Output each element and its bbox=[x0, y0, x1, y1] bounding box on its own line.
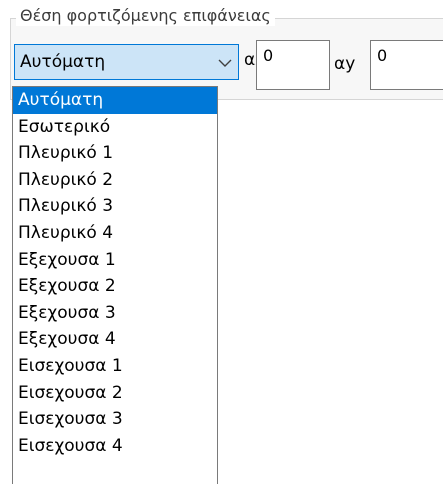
option-protruding-3[interactable]: Εξεχουσα 3 bbox=[13, 300, 217, 327]
option-protruding-2[interactable]: Εξεχουσα 2 bbox=[13, 273, 217, 300]
option-lateral-2[interactable]: Πλευρικό 2 bbox=[13, 167, 217, 194]
group-title: Θέση φορτιζόμενης επιφάνειας bbox=[16, 6, 275, 26]
ay-input[interactable]: 0 bbox=[370, 40, 443, 90]
position-combobox[interactable]: Αυτόματη bbox=[14, 44, 239, 80]
option-recessed-3[interactable]: Εισεχουσα 3 bbox=[13, 406, 217, 433]
option-protruding-1[interactable]: Εξεχουσα 1 bbox=[13, 247, 217, 274]
option-automatic[interactable]: Αυτόματη bbox=[13, 87, 217, 114]
ay-label: αy bbox=[334, 54, 356, 74]
combobox-value: Αυτόματη bbox=[20, 52, 106, 72]
chevron-down-icon[interactable] bbox=[216, 54, 234, 72]
window: Θέση φορτιζόμενης επιφάνειας Αυτόματη αx… bbox=[0, 0, 443, 484]
option-interior[interactable]: Εσωτερικό bbox=[13, 114, 217, 141]
option-lateral-3[interactable]: Πλευρικό 3 bbox=[13, 193, 217, 220]
option-recessed-1[interactable]: Εισεχουσα 1 bbox=[13, 353, 217, 380]
option-lateral-4[interactable]: Πλευρικό 4 bbox=[13, 220, 217, 247]
option-lateral-1[interactable]: Πλευρικό 1 bbox=[13, 140, 217, 167]
position-dropdown-list[interactable]: Αυτόματη Εσωτερικό Πλευρικό 1 Πλευρικό 2… bbox=[12, 86, 218, 484]
option-recessed-2[interactable]: Εισεχουσα 2 bbox=[13, 380, 217, 407]
option-protruding-4[interactable]: Εξεχουσα 4 bbox=[13, 326, 217, 353]
ax-input[interactable]: 0 bbox=[256, 40, 330, 90]
option-recessed-4[interactable]: Εισεχουσα 4 bbox=[13, 433, 217, 460]
